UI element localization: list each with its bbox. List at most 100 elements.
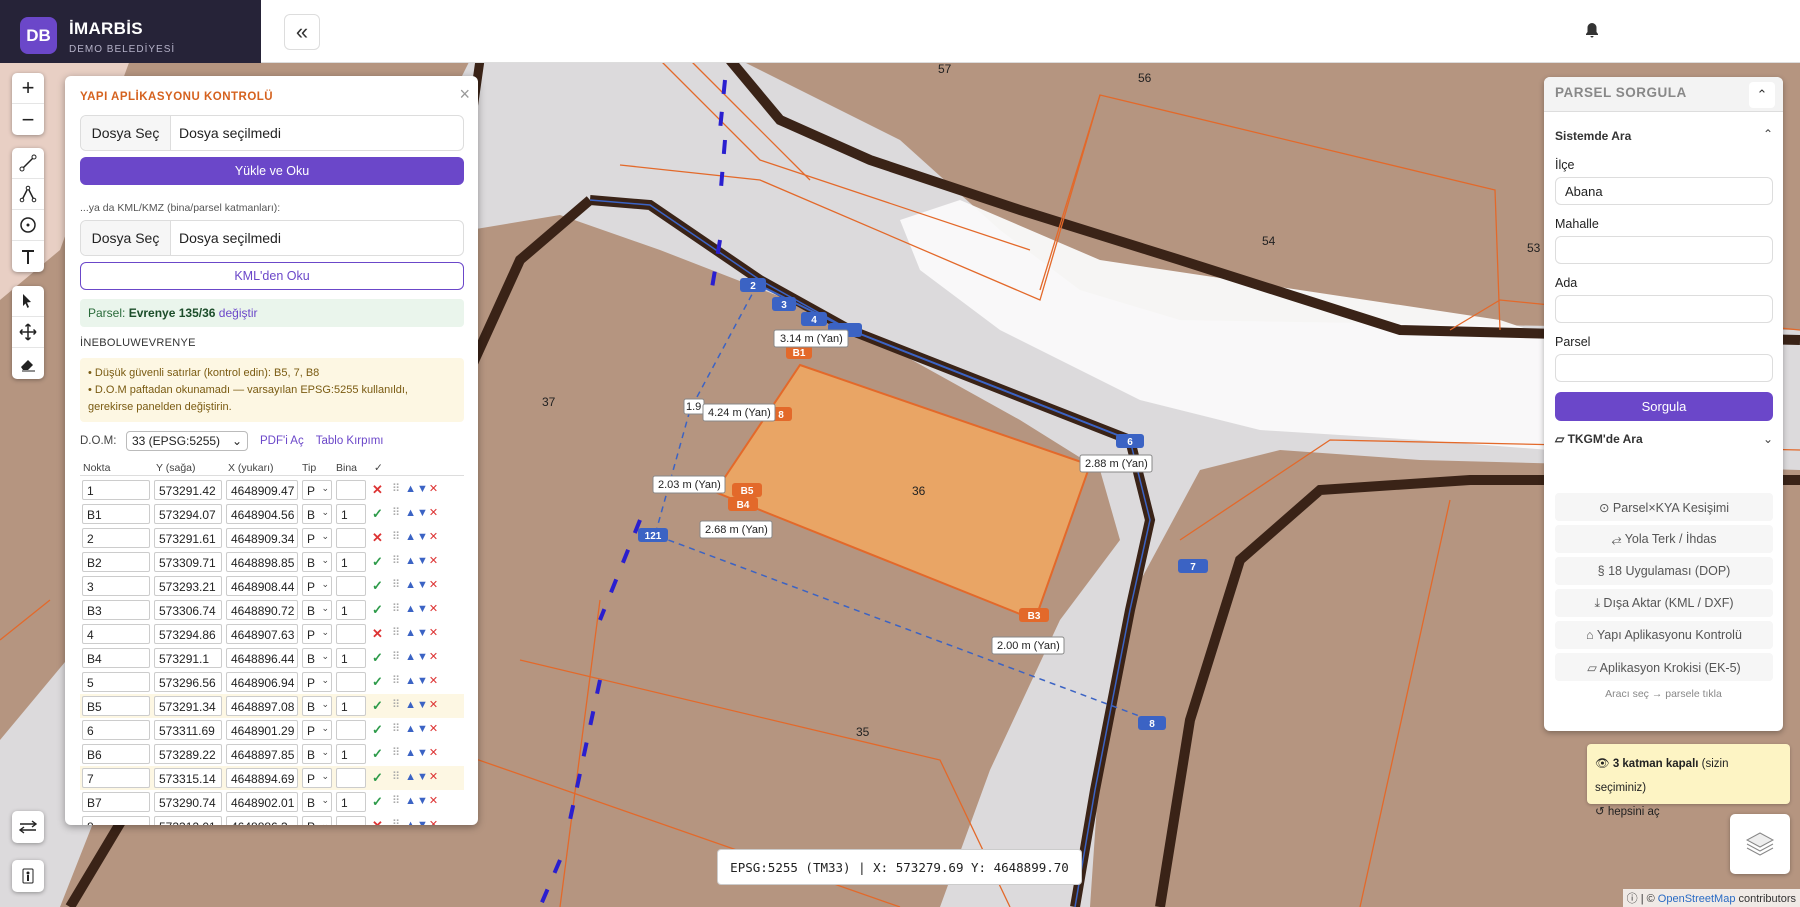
delete-row-icon[interactable]: ✕	[429, 651, 439, 663]
y-coordinate-input[interactable]: 573309.71	[154, 552, 222, 572]
move-down-icon[interactable]: ▼	[417, 507, 429, 519]
drag-handle-icon[interactable]: ⠿	[392, 747, 401, 759]
building-number-input[interactable]: 1	[336, 600, 366, 620]
drag-handle-icon[interactable]: ⠿	[392, 651, 401, 663]
delete-row-icon[interactable]: ✕	[429, 507, 439, 519]
type-select[interactable]: B ⌄	[302, 696, 332, 716]
ilce-field[interactable]: Abana	[1555, 177, 1773, 205]
y-coordinate-input[interactable]: 573290.74	[154, 792, 222, 812]
move-up-icon[interactable]: ▲	[405, 579, 417, 591]
point-name-input[interactable]: 5	[82, 672, 150, 692]
query-button[interactable]: Sorgula	[1555, 392, 1773, 421]
drag-handle-icon[interactable]: ⠿	[392, 771, 401, 783]
point-name-input[interactable]: 4	[82, 624, 150, 644]
building-number-input[interactable]: 1	[336, 696, 366, 716]
point-name-input[interactable]: 1	[82, 480, 150, 500]
type-select[interactable]: P⌄	[302, 816, 332, 825]
delete-row-icon[interactable]: ✕	[429, 531, 439, 543]
swap-icon[interactable]	[12, 811, 44, 843]
draw-polygon-icon[interactable]	[12, 179, 44, 210]
point-marker[interactable]: 2	[750, 281, 756, 292]
tkgm-search[interactable]: ▱ TKGM'de Ara	[1555, 432, 1773, 446]
type-select[interactable]: P⌄	[302, 528, 332, 548]
point-name-input[interactable]: B4	[82, 648, 150, 668]
move-up-icon[interactable]: ▲	[405, 651, 417, 663]
tool-parcel-kya[interactable]: ⊙ Parsel×KYA Kesişimi	[1555, 493, 1773, 521]
delete-row-icon[interactable]: ✕	[429, 747, 439, 759]
move-down-icon[interactable]: ▼	[417, 675, 429, 687]
delete-row-icon[interactable]: ✕	[429, 483, 439, 495]
osm-link[interactable]: OpenStreetMap	[1658, 893, 1736, 905]
delete-row-icon[interactable]: ✕	[429, 555, 439, 567]
move-up-icon[interactable]: ▲	[405, 819, 417, 825]
drag-handle-icon[interactable]: ⠿	[392, 723, 401, 735]
drag-handle-icon[interactable]: ⠿	[392, 675, 401, 687]
delete-row-icon[interactable]: ✕	[429, 627, 439, 639]
street-view-icon[interactable]	[12, 860, 44, 892]
point-name-input[interactable]: B6	[82, 744, 150, 764]
x-coordinate-input[interactable]: 4648902.01	[226, 792, 298, 812]
move-up-icon[interactable]: ▲	[405, 699, 417, 711]
delete-row-icon[interactable]: ✕	[429, 579, 439, 591]
building-marker[interactable]: B5	[741, 486, 754, 497]
building-number-input[interactable]	[336, 480, 366, 500]
type-select[interactable]: B ⌄	[302, 792, 332, 812]
x-coordinate-input[interactable]: 4648886.3	[226, 816, 298, 825]
x-coordinate-input[interactable]: 4648897.08	[226, 696, 298, 716]
delete-row-icon[interactable]: ✕	[429, 723, 439, 735]
type-select[interactable]: B ⌄	[302, 504, 332, 524]
x-coordinate-input[interactable]: 4648894.69	[226, 768, 298, 788]
point-name-input[interactable]: B7	[82, 792, 150, 812]
mahalle-field[interactable]	[1555, 236, 1773, 264]
point-marker[interactable]: 3	[781, 300, 787, 311]
delete-row-icon[interactable]: ✕	[429, 699, 439, 711]
ada-field[interactable]	[1555, 295, 1773, 323]
file-input-kml[interactable]: Dosya Seç Dosya seçilmedi	[80, 220, 464, 256]
building-marker[interactable]: B1	[793, 348, 806, 359]
point-marker[interactable]: 121	[645, 531, 662, 542]
building-number-input[interactable]	[336, 528, 366, 548]
tool-road-cession[interactable]: ⥄ Yola Terk / İhdas	[1555, 525, 1773, 553]
building-number-input[interactable]	[336, 624, 366, 644]
chevron-up-icon[interactable]: ⌃	[1763, 127, 1773, 141]
chevron-down-icon[interactable]: ⌄	[1763, 432, 1773, 446]
open-pdf-link[interactable]: PDF'i Aç	[260, 435, 304, 447]
point-name-input[interactable]: 6	[82, 720, 150, 740]
delete-row-icon[interactable]: ✕	[429, 675, 439, 687]
x-coordinate-input[interactable]: 4648896.44	[226, 648, 298, 668]
move-down-icon[interactable]: ▼	[417, 555, 429, 567]
move-down-icon[interactable]: ▼	[417, 771, 429, 783]
move-down-icon[interactable]: ▼	[417, 627, 429, 639]
move-up-icon[interactable]: ▲	[405, 507, 417, 519]
x-coordinate-input[interactable]: 4648907.63	[226, 624, 298, 644]
building-number-input[interactable]: 1	[336, 792, 366, 812]
y-coordinate-input[interactable]: 573315.14	[154, 768, 222, 788]
tool-export[interactable]: ⤓ Dışa Aktar (KML / DXF)	[1555, 589, 1773, 617]
x-coordinate-input[interactable]: 4648898.85	[226, 552, 298, 572]
point-name-input[interactable]: B3	[82, 600, 150, 620]
y-coordinate-input[interactable]: 573306.74	[154, 600, 222, 620]
move-down-icon[interactable]: ▼	[417, 819, 429, 825]
x-coordinate-input[interactable]: 4648901.29	[226, 720, 298, 740]
move-down-icon[interactable]: ▼	[417, 603, 429, 615]
move-down-icon[interactable]: ▼	[417, 723, 429, 735]
move-up-icon[interactable]: ▲	[405, 531, 417, 543]
parsel-field[interactable]	[1555, 354, 1773, 382]
building-number-input[interactable]: 1	[336, 744, 366, 764]
layers-button[interactable]	[1730, 814, 1790, 874]
type-select[interactable]: P⌄	[302, 624, 332, 644]
zoom-out-button[interactable]: −	[12, 104, 44, 135]
y-coordinate-input[interactable]: 573291.61	[154, 528, 222, 548]
type-select[interactable]: P⌄	[302, 672, 332, 692]
delete-row-icon[interactable]: ✕	[429, 795, 439, 807]
drag-handle-icon[interactable]: ⠿	[392, 579, 401, 591]
change-parcel-link[interactable]: değiştir	[219, 306, 258, 320]
building-marker[interactable]: 8	[778, 410, 784, 421]
x-coordinate-input[interactable]: 4648908.44	[226, 576, 298, 596]
drag-handle-icon[interactable]: ⠿	[392, 699, 401, 711]
y-coordinate-input[interactable]: 573296.56	[154, 672, 222, 692]
point-name-input[interactable]: 7	[82, 768, 150, 788]
drag-handle-icon[interactable]: ⠿	[392, 555, 401, 567]
move-down-icon[interactable]: ▼	[417, 579, 429, 591]
move-up-icon[interactable]: ▲	[405, 627, 417, 639]
